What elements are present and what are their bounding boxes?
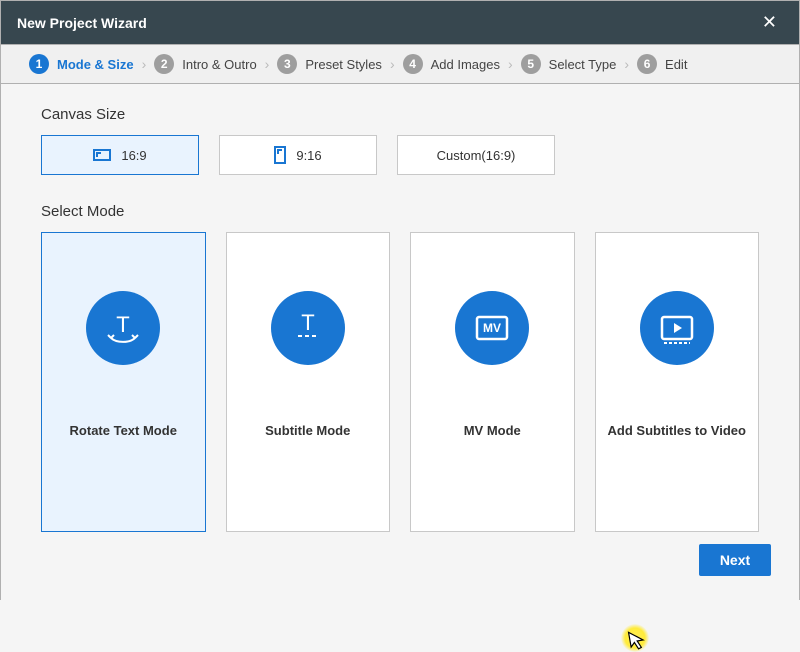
mode-icon-wrap: MV [411, 233, 574, 423]
landscape-ratio-icon [93, 149, 111, 161]
mode-option-subtitle[interactable]: T Subtitle Mode [226, 232, 391, 532]
step-label: Add Images [431, 57, 500, 72]
window-title: New Project Wizard [17, 15, 147, 31]
svg-text:MV: MV [483, 321, 501, 335]
next-button[interactable]: Next [699, 544, 771, 576]
svg-text:T: T [117, 312, 130, 337]
step-4[interactable]: 4 Add Images [403, 54, 500, 74]
canvas-size-row: 16:9 9:16 Custom(16:9) [41, 135, 759, 175]
mode-row: T Rotate Text Mode T Subtitle Mode MV MV Mode… [41, 232, 759, 532]
canvas-size-heading: Canvas Size [41, 106, 759, 123]
step-3[interactable]: 3 Preset Styles [277, 54, 382, 74]
mode-icon-wrap [596, 233, 759, 423]
mode-option-mv[interactable]: MV MV Mode [410, 232, 575, 532]
wizard-content: Canvas Size 16:9 9:16 Custom(16:9) Select … [0, 84, 800, 600]
chevron-right-icon: › [263, 56, 272, 72]
canvas-option-label: Custom(16:9) [437, 148, 516, 163]
mode-option-rotate-text[interactable]: T Rotate Text Mode [41, 232, 206, 532]
step-label: Intro & Outro [182, 57, 256, 72]
canvas-option-landscape[interactable]: 16:9 [41, 135, 199, 175]
canvas-option-label: 9:16 [296, 148, 321, 163]
subtitle-icon: T [271, 291, 345, 365]
step-1[interactable]: 1 Mode & Size [29, 54, 134, 74]
step-number: 1 [29, 54, 49, 74]
step-label: Mode & Size [57, 57, 134, 72]
step-number: 2 [154, 54, 174, 74]
select-mode-heading: Select Mode [41, 203, 759, 220]
play-icon [640, 291, 714, 365]
step-number: 4 [403, 54, 423, 74]
canvas-option-label: 16:9 [121, 148, 146, 163]
cursor-icon [627, 629, 646, 651]
rotate-text-icon: T [86, 291, 160, 365]
titlebar: New Project Wizard ✕ [0, 0, 800, 44]
mv-icon: MV [455, 291, 529, 365]
canvas-option-portrait[interactable]: 9:16 [219, 135, 377, 175]
step-number: 5 [521, 54, 541, 74]
step-label: Preset Styles [305, 57, 382, 72]
chevron-right-icon: › [506, 56, 515, 72]
step-2[interactable]: 2 Intro & Outro [154, 54, 256, 74]
step-label: Edit [665, 57, 687, 72]
step-5[interactable]: 5 Select Type [521, 54, 617, 74]
step-number: 6 [637, 54, 657, 74]
mode-option-label: Rotate Text Mode [64, 423, 183, 438]
chevron-right-icon: › [622, 56, 631, 72]
canvas-option-custom[interactable]: Custom(16:9) [397, 135, 555, 175]
mode-option-label: MV Mode [458, 423, 527, 438]
step-6[interactable]: 6 Edit [637, 54, 687, 74]
cursor-highlight [621, 624, 649, 652]
wizard-stepper: 1 Mode & Size › 2 Intro & Outro › 3 Preset Styl… [0, 44, 800, 84]
step-label: Select Type [549, 57, 617, 72]
step-number: 3 [277, 54, 297, 74]
portrait-ratio-icon [274, 146, 286, 164]
close-icon[interactable]: ✕ [756, 8, 783, 37]
chevron-right-icon: › [140, 56, 149, 72]
svg-text:T: T [301, 310, 314, 335]
mode-option-play[interactable]: Add Subtitles to Video [595, 232, 760, 532]
chevron-right-icon: › [388, 56, 397, 72]
mode-option-label: Add Subtitles to Video [602, 423, 752, 438]
mode-icon-wrap: T [227, 233, 390, 423]
mode-option-label: Subtitle Mode [259, 423, 356, 438]
mode-icon-wrap: T [42, 233, 205, 423]
